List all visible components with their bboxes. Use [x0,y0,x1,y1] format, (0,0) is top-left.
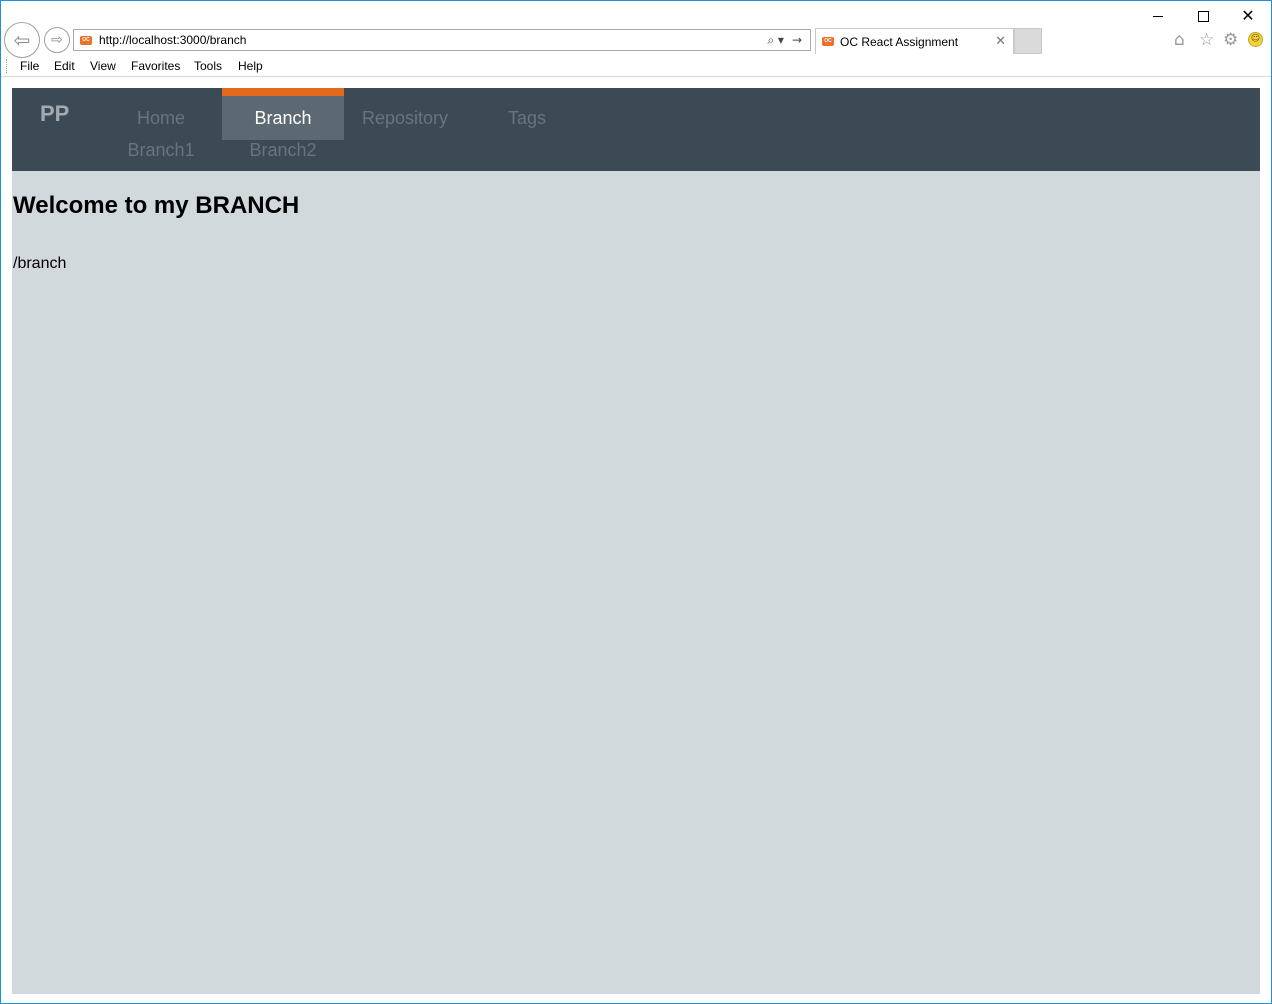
tab-favicon-icon: OC [822,37,834,46]
page-title: Welcome to my BRANCH [13,192,300,219]
minimize-button[interactable] [1135,3,1181,29]
maximize-icon [1197,10,1209,22]
new-tab-button[interactable] [1014,28,1042,54]
forward-arrow-icon: ⇨ [51,32,63,48]
url-input[interactable]: http://localhost:3000/branch [99,33,767,47]
nav-tags[interactable]: Tags [466,88,588,140]
nav-branch[interactable]: Branch [222,88,344,140]
minimize-icon [1153,15,1163,17]
site-favicon-icon: OC [80,35,92,45]
nav-repository[interactable]: Repository [344,88,466,140]
browser-window: ✕ ⇦ ⇨ OC http://localhost:3000/branch ⌕ … [0,0,1272,1004]
home-icon[interactable]: ⌂ [1174,30,1185,50]
menu-favorites[interactable]: Favorites [131,59,180,73]
search-dropdown-icon[interactable]: ⌕ ▾ [767,33,784,48]
menu-grip [6,59,8,73]
tab-title: OC React Assignment [840,34,959,49]
close-window-button[interactable]: ✕ [1225,3,1271,29]
nav-home[interactable]: Home [100,88,222,140]
back-button[interactable]: ⇦ [4,22,40,58]
subnav-branch1[interactable]: Branch1 [100,140,222,161]
menu-edit[interactable]: Edit [54,59,75,73]
subnav-branch2[interactable]: Branch2 [222,140,344,161]
menu-view[interactable]: View [90,59,116,73]
menu-tools[interactable]: Tools [194,59,222,73]
back-arrow-icon: ⇦ [13,28,31,52]
tab-close-icon[interactable]: ✕ [995,34,1006,49]
site-logo[interactable]: PP [40,101,69,127]
close-icon: ✕ [1241,6,1255,25]
page-content: PP Home Branch Repository Tags Branch1 B… [12,88,1260,994]
menu-bar: File Edit View Favorites Tools Help [1,56,1271,77]
maximize-button[interactable] [1180,3,1226,29]
browser-tab[interactable]: OC OC React Assignment ✕ [815,28,1014,54]
route-path: /branch [13,255,67,272]
menu-file[interactable]: File [20,59,39,73]
feedback-smiley-icon[interactable]: ☺ [1248,32,1263,47]
address-bar[interactable]: OC http://localhost:3000/branch ⌕ ▾ → [73,29,811,51]
go-arrow-icon[interactable]: → [792,33,802,47]
site-navbar: PP Home Branch Repository Tags Branch1 B… [12,88,1260,171]
favorites-star-icon[interactable]: ☆ [1199,30,1214,50]
menu-help[interactable]: Help [238,59,263,73]
forward-button[interactable]: ⇨ [44,27,70,53]
settings-gear-icon[interactable]: ⚙ [1223,30,1238,50]
